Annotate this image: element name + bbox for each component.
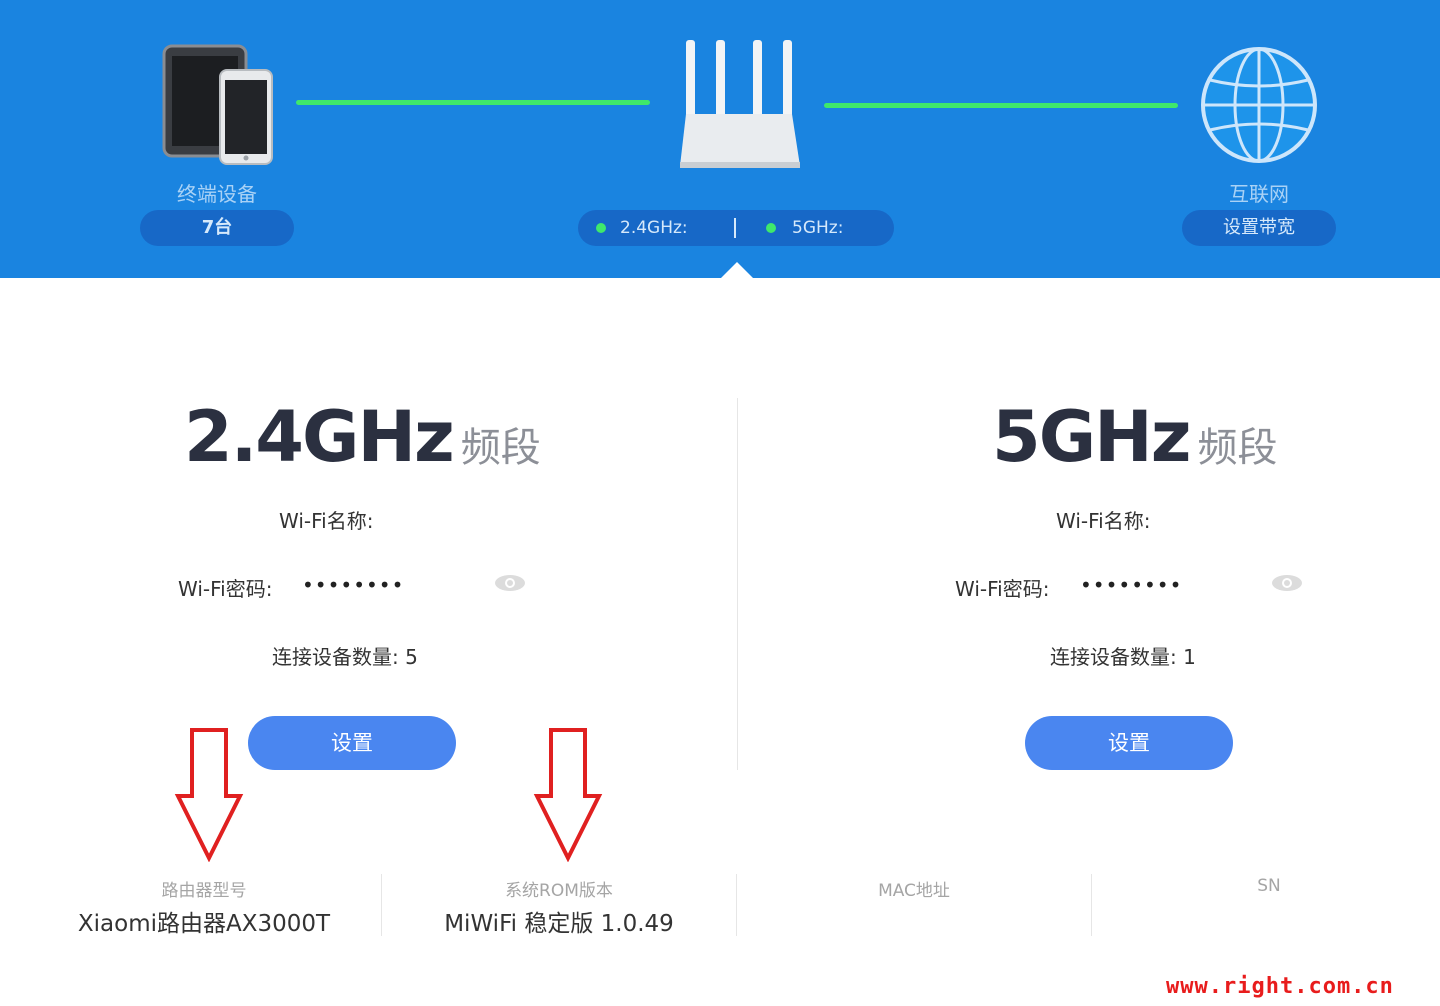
band-24-eye-icon[interactable] — [494, 573, 526, 593]
band-24-freq: 2.4GHz — [184, 396, 455, 478]
router-model-label: 路由器型号 — [161, 881, 247, 901]
set-bandwidth-button[interactable]: 设置带宽 — [1182, 210, 1336, 246]
tablet-phone-icon[interactable] — [160, 44, 276, 166]
red-arrow-down-icon — [174, 728, 244, 862]
band-5-eye-icon[interactable] — [1271, 573, 1303, 593]
band-5-suffix: 频段 — [1197, 425, 1278, 471]
band-24-connected-count: 5 — [405, 645, 418, 669]
band-24-suffix: 频段 — [460, 425, 541, 471]
device-link-line — [296, 100, 650, 105]
frequency-status-pill[interactable]: 2.4GHz: 5GHz: — [578, 210, 894, 246]
freq-24-label: 2.4GHz: — [620, 218, 688, 238]
internet-link-line — [824, 103, 1178, 108]
status-dot-24 — [596, 223, 606, 233]
band-5-connected-devices: 连接设备数量: 1 — [1050, 641, 1196, 670]
band-5-connected-count: 1 — [1183, 645, 1196, 669]
band-5-title: 5GHz 频段 — [992, 396, 1278, 478]
devices-label: 终端设备 — [177, 182, 257, 206]
selection-notch — [720, 262, 754, 279]
freq-divider — [734, 218, 736, 238]
band-divider — [737, 398, 738, 770]
devices-count-pill[interactable]: 7台 — [140, 210, 294, 246]
band-24-connected-devices: 连接设备数量: 5 — [272, 641, 418, 670]
band-24-wifi-password-label: Wi-Fi密码: — [178, 577, 273, 601]
band-5-connected-label: 连接设备数量: — [1050, 645, 1177, 669]
band-24-title: 2.4GHz 频段 — [184, 396, 541, 478]
info-divider — [736, 874, 737, 936]
info-divider — [381, 874, 382, 936]
info-divider — [1091, 874, 1092, 936]
internet-label: 互联网 — [1229, 182, 1289, 206]
band-24-connected-label: 连接设备数量: — [272, 645, 399, 669]
status-dot-5 — [766, 223, 776, 233]
mac-address-label: MAC地址 — [878, 881, 950, 901]
band-5-freq: 5GHz — [992, 396, 1191, 478]
router-model-value: Xiaomi路由器AX3000T — [77, 911, 331, 937]
red-arrow-down-icon — [533, 728, 603, 862]
rom-version-value: MiWiFi 稳定版 1.0.49 — [444, 911, 674, 937]
watermark: www.right.com.cn — [1166, 974, 1394, 999]
topology-bar: 终端设备 7台 2.4GHz: 5GHz: 互联网 设置带宽 — [0, 0, 1440, 278]
band-24-settings-button[interactable]: 设置 — [248, 716, 456, 770]
freq-5-label: 5GHz: — [792, 218, 844, 238]
band-24-password-value: •••••••• — [302, 573, 405, 597]
router-icon[interactable] — [676, 38, 802, 170]
band-5-wifi-name-label: Wi-Fi名称: — [1056, 509, 1151, 533]
rom-version-label: 系统ROM版本 — [505, 881, 613, 901]
globe-icon[interactable] — [1198, 44, 1320, 166]
band-5-settings-button[interactable]: 设置 — [1025, 716, 1233, 770]
band-5-password-value: •••••••• — [1080, 573, 1183, 597]
sn-label: SN — [1257, 876, 1281, 896]
band-24-wifi-name-label: Wi-Fi名称: — [279, 509, 374, 533]
band-5-wifi-password-label: Wi-Fi密码: — [955, 577, 1050, 601]
